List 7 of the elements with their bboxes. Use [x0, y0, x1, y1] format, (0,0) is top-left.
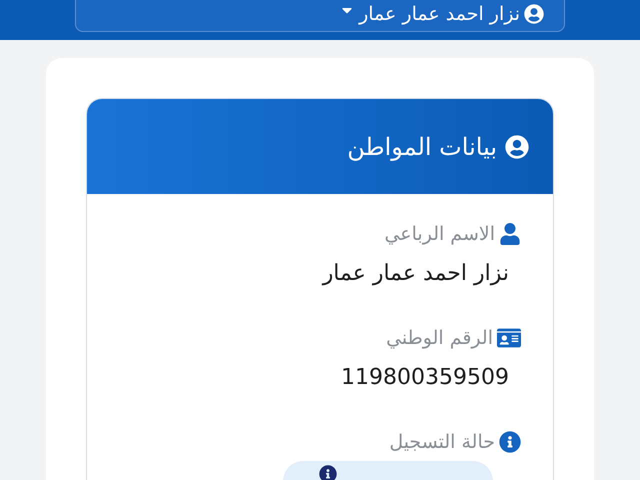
field-label: الاسم الرباعي: [384, 222, 495, 247]
user-menu-button[interactable]: نزار احمد عمار عمار: [75, 0, 565, 32]
card-title: بيانات المواطن: [347, 132, 497, 163]
field-value: نزار احمد عمار عمار: [320, 260, 509, 288]
field-value: 119800359509: [340, 364, 509, 392]
field-label: الرقم الوطني: [386, 326, 493, 351]
field-label: حالة التسجيل: [389, 430, 495, 455]
